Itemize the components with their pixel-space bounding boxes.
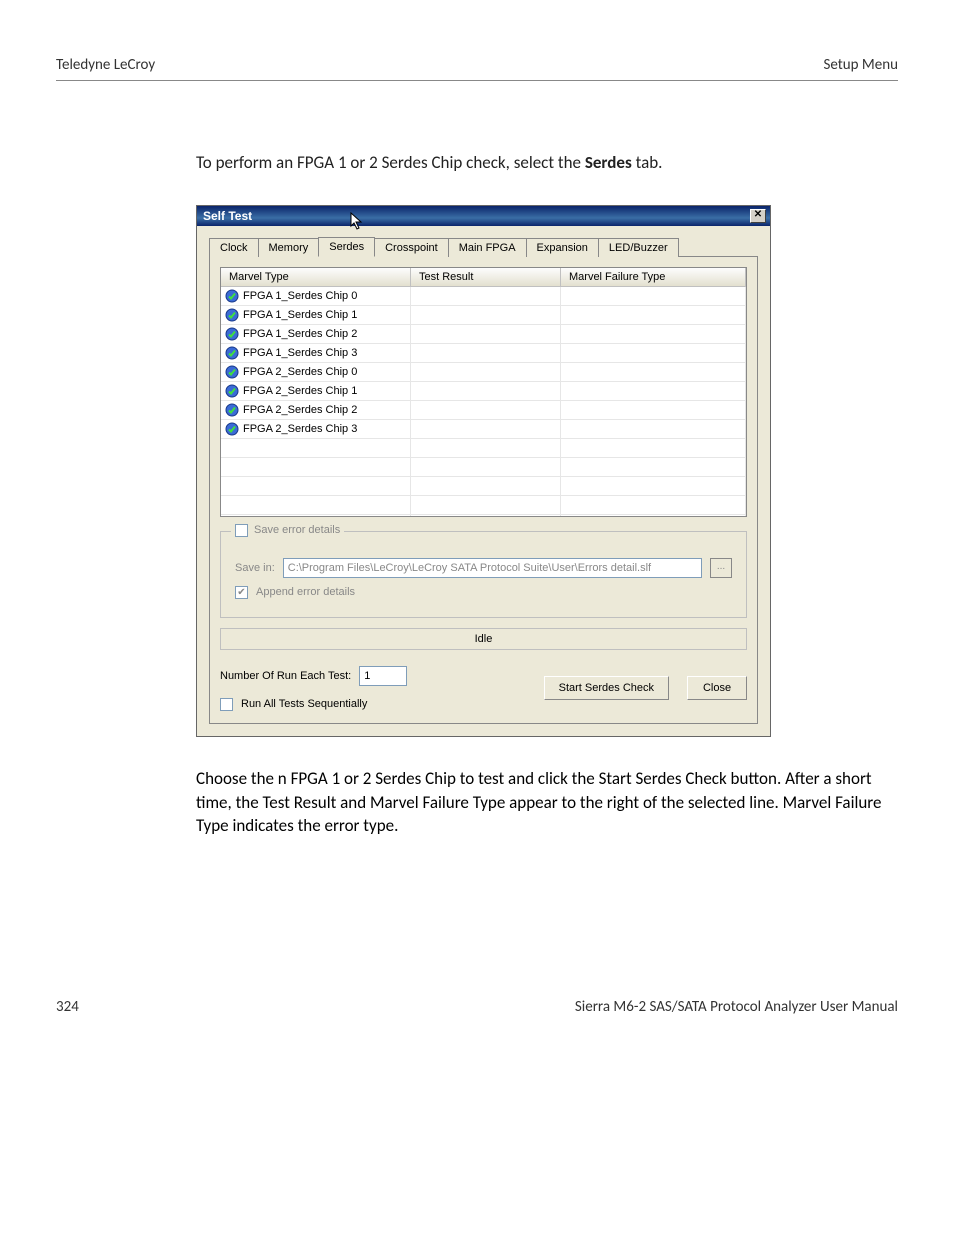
results-grid: Marvel Type Test Result Marvel Failure T… — [220, 267, 747, 517]
outro-b: Start Serdes Check — [599, 768, 727, 789]
outro-paragraph: Choose the n FPGA 1 or 2 Serdes Chip to … — [196, 767, 898, 838]
row-label: FPGA 2_Serdes Chip 0 — [243, 366, 357, 378]
save-error-label: Save error details — [254, 524, 340, 536]
status-check-icon — [225, 365, 239, 379]
status-check-icon — [225, 346, 239, 360]
dialog-title: Self Test — [203, 209, 252, 223]
row-test-result — [411, 287, 561, 305]
row-failure-type — [561, 363, 746, 381]
intro-post: tab. — [632, 152, 663, 173]
tab-clock[interactable]: Clock — [209, 238, 259, 257]
table-row[interactable]: FPGA 2_Serdes Chip 3 — [221, 420, 746, 439]
tab-led-buzzer[interactable]: LED/Buzzer — [598, 238, 679, 257]
status-check-icon — [225, 308, 239, 322]
intro-paragraph: To perform an FPGA 1 or 2 Serdes Chip ch… — [196, 151, 898, 175]
append-label: Append error details — [256, 586, 355, 598]
tab-main-fpga[interactable]: Main FPGA — [448, 238, 527, 257]
row-label: FPGA 2_Serdes Chip 2 — [243, 404, 357, 416]
intro-bold: Serdes — [585, 152, 632, 173]
row-label: FPGA 2_Serdes Chip 1 — [243, 385, 357, 397]
row-label: FPGA 1_Serdes Chip 1 — [243, 309, 357, 321]
row-test-result — [411, 344, 561, 362]
run-all-checkbox[interactable] — [220, 698, 233, 711]
row-test-result — [411, 401, 561, 419]
table-row[interactable]: FPGA 1_Serdes Chip 2 — [221, 325, 746, 344]
outro-a: Choose the n FPGA 1 or 2 Serdes Chip to … — [196, 768, 599, 789]
manual-title: Sierra M6-2 SAS/SATA Protocol Analyzer U… — [575, 998, 898, 1016]
browse-button: ... — [710, 558, 732, 578]
col-marvel-failure-type[interactable]: Marvel Failure Type — [561, 268, 746, 286]
row-label: FPGA 1_Serdes Chip 0 — [243, 290, 357, 302]
status-check-icon — [225, 384, 239, 398]
table-row[interactable]: FPGA 1_Serdes Chip 1 — [221, 306, 746, 325]
tabpanel-serdes: Marvel Type Test Result Marvel Failure T… — [209, 257, 758, 724]
grid-header: Marvel Type Test Result Marvel Failure T… — [221, 268, 746, 287]
row-test-result — [411, 363, 561, 381]
start-serdes-check-button[interactable]: Start Serdes Check — [544, 676, 669, 700]
row-failure-type — [561, 325, 746, 343]
save-error-details-group: Save error details Save in: ... ✔ Append… — [220, 531, 747, 618]
header-left: Teledyne LeCroy — [56, 56, 155, 74]
row-test-result — [411, 382, 561, 400]
table-row-empty — [221, 477, 746, 496]
row-failure-type — [561, 401, 746, 419]
tab-memory[interactable]: Memory — [258, 238, 320, 257]
table-row[interactable]: FPGA 1_Serdes Chip 3 — [221, 344, 746, 363]
group-legend: Save error details — [231, 524, 344, 537]
self-test-dialog: Self Test ✕ ClockMemorySerdesCrosspointM… — [196, 205, 771, 737]
titlebar[interactable]: Self Test ✕ — [197, 206, 770, 226]
row-failure-type — [561, 420, 746, 438]
row-failure-type — [561, 287, 746, 305]
tabstrip: ClockMemorySerdesCrosspointMain FPGAExpa… — [209, 236, 758, 257]
save-path-input — [283, 558, 702, 578]
row-failure-type — [561, 382, 746, 400]
col-test-result[interactable]: Test Result — [411, 268, 561, 286]
row-label: FPGA 2_Serdes Chip 3 — [243, 423, 357, 435]
page-header: Teledyne LeCroy Setup Menu — [56, 56, 898, 81]
append-checkbox: ✔ — [235, 586, 248, 599]
page-footer: 324 Sierra M6-2 SAS/SATA Protocol Analyz… — [56, 998, 898, 1016]
col-marvel-type[interactable]: Marvel Type — [221, 268, 411, 286]
row-label: FPGA 1_Serdes Chip 2 — [243, 328, 357, 340]
table-row-empty — [221, 515, 746, 517]
table-row-empty — [221, 439, 746, 458]
row-label: FPGA 1_Serdes Chip 3 — [243, 347, 357, 359]
close-button[interactable]: Close — [687, 676, 747, 700]
save-error-checkbox[interactable] — [235, 524, 248, 537]
table-row-empty — [221, 458, 746, 477]
header-right: Setup Menu — [823, 56, 898, 74]
status-text: Idle — [475, 633, 493, 645]
status-check-icon — [225, 422, 239, 436]
row-failure-type — [561, 344, 746, 362]
row-test-result — [411, 306, 561, 324]
status-check-icon — [225, 289, 239, 303]
tab-crosspoint[interactable]: Crosspoint — [374, 238, 449, 257]
row-test-result — [411, 325, 561, 343]
close-icon[interactable]: ✕ — [750, 209, 766, 223]
run-all-label: Run All Tests Sequentially — [241, 698, 367, 710]
status-bar: Idle — [220, 628, 747, 650]
status-check-icon — [225, 403, 239, 417]
cursor-icon — [350, 212, 366, 235]
table-row[interactable]: FPGA 2_Serdes Chip 0 — [221, 363, 746, 382]
num-run-input[interactable] — [359, 666, 407, 686]
table-row-empty — [221, 496, 746, 515]
row-failure-type — [561, 306, 746, 324]
tab-expansion[interactable]: Expansion — [526, 238, 599, 257]
table-row[interactable]: FPGA 2_Serdes Chip 1 — [221, 382, 746, 401]
table-row[interactable]: FPGA 1_Serdes Chip 0 — [221, 287, 746, 306]
page-number: 324 — [56, 998, 79, 1016]
row-test-result — [411, 420, 561, 438]
intro-pre: To perform an FPGA 1 or 2 Serdes Chip ch… — [196, 152, 585, 173]
save-in-label: Save in: — [235, 562, 275, 574]
tab-serdes[interactable]: Serdes — [318, 237, 375, 257]
status-check-icon — [225, 327, 239, 341]
num-run-label: Number Of Run Each Test: — [220, 670, 351, 682]
table-row[interactable]: FPGA 2_Serdes Chip 2 — [221, 401, 746, 420]
